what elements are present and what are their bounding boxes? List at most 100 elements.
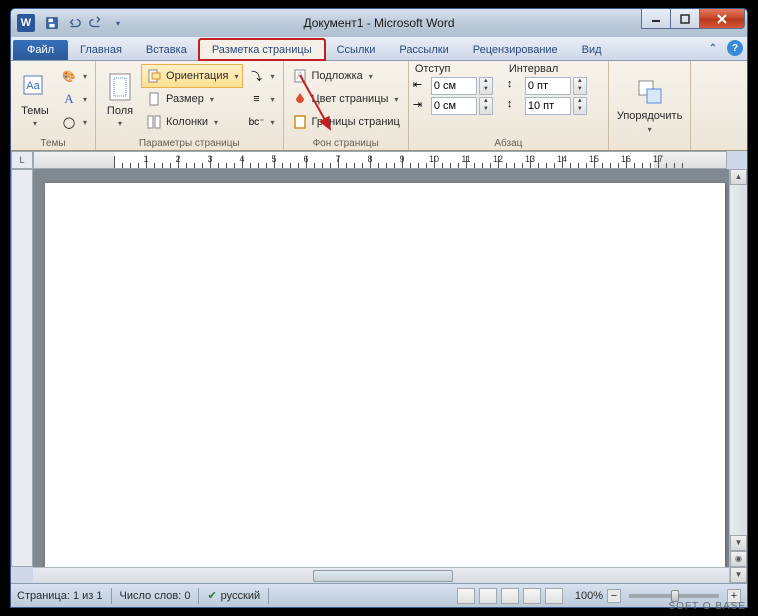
group-label-page-bg: Фон страницы [288,136,404,150]
qat-dropdown-icon[interactable]: ▾ [109,14,127,32]
word-app-icon[interactable]: W [17,14,35,32]
redo-icon[interactable] [87,14,105,32]
page-color-icon [292,91,308,107]
line-numbers-button[interactable]: ≡▾ [244,88,278,110]
view-web-layout-button[interactable] [501,588,519,604]
dropdown-icon: ▾ [648,125,652,134]
zoom-out-button[interactable]: − [607,589,621,603]
tab-references[interactable]: Ссылки [325,40,388,60]
status-bar: Страница: 1 из 1 Число слов: 0 ✔ русский… [11,583,747,607]
app-window: W ▾ Документ1 - Microsoft Word Файл Глав… [10,8,748,608]
window-title: Документ1 - Microsoft Word [303,16,454,30]
horizontal-scrollbar[interactable] [33,567,729,583]
columns-icon [146,114,162,130]
hscroll-thumb[interactable] [313,570,453,582]
hyphenation-button[interactable]: bc⁻▾ [244,111,278,133]
close-button[interactable] [699,9,745,29]
indent-right-spinner[interactable]: ⇥▲▼ [413,97,493,115]
page-borders-button[interactable]: Границы страниц [288,111,404,133]
vertical-ruler[interactable] [11,169,33,567]
tab-view[interactable]: Вид [570,40,614,60]
save-icon[interactable] [43,14,61,32]
indent-left-icon: ⇤ [413,78,429,94]
help-icons: ⌃ ? [705,40,743,56]
colors-icon: 🎨 [61,68,77,84]
page-color-label: Цвет страницы [312,93,389,105]
size-button[interactable]: Размер▾ [142,88,242,110]
status-word-count[interactable]: Число слов: 0 [120,590,191,602]
theme-fonts-button[interactable]: A▾ [57,88,91,110]
columns-button[interactable]: Колонки▾ [142,111,242,133]
maximize-button[interactable] [670,9,700,29]
spacing-after-spinner[interactable]: ↕▲▼ [507,97,587,115]
breaks-button[interactable]: ⤵▾ [244,65,278,87]
zoom-level[interactable]: 100% [575,590,603,602]
indent-right-icon: ⇥ [413,98,429,114]
view-print-layout-button[interactable] [457,588,475,604]
watermark-button[interactable]: AПодложка▾ [288,65,404,87]
svg-text:Aa: Aa [26,80,40,92]
arrange-icon [634,76,666,108]
page-borders-icon [292,114,308,130]
next-page-icon[interactable]: ▼ [730,567,747,583]
ribbon: Aa Темы ▾ 🎨▾ A▾ ◯▾ Темы Поля ▾ [11,61,747,151]
group-label-themes: Темы [15,136,91,150]
tab-file[interactable]: Файл [13,40,68,60]
theme-colors-button[interactable]: 🎨▾ [57,65,91,87]
group-page-background: AПодложка▾ Цвет страницы▾ Границы страни… [284,61,409,150]
spacing-before-input[interactable] [525,77,571,95]
theme-effects-button[interactable]: ◯▾ [57,111,91,133]
spacing-after-icon: ↕ [507,98,523,114]
fonts-icon: A [61,91,77,107]
spacing-before-spinner[interactable]: ↕▲▼ [507,77,587,95]
orientation-icon [146,68,162,84]
breaks-icon: ⤵ [248,68,264,84]
scroll-down-icon[interactable]: ▼ [730,535,747,551]
spacing-before-icon: ↕ [507,78,523,94]
zoom-thumb[interactable] [671,590,679,602]
ribbon-toggle-icon[interactable]: ⌃ [705,40,721,56]
indent-left-input[interactable] [431,77,477,95]
hyphenation-icon: bc⁻ [248,114,264,130]
status-page[interactable]: Страница: 1 из 1 [17,590,103,602]
page-color-button[interactable]: Цвет страницы▾ [288,88,404,110]
group-paragraph: Отступ ⇤▲▼ ⇥▲▼ Интервал ↕▲▼ ↕▲▼ Абзац [409,61,609,150]
view-full-screen-button[interactable] [479,588,497,604]
watermark-text: SOFT O BASE [669,601,747,612]
tab-page-layout[interactable]: Разметка страницы [199,39,325,60]
zoom-slider[interactable] [629,594,719,598]
scroll-up-icon[interactable]: ▲ [730,169,747,185]
group-label-arrange [613,147,686,150]
status-language[interactable]: русский [221,590,260,602]
spacing-label: Интервал [509,63,558,75]
minimize-button[interactable] [641,9,671,29]
horizontal-ruler[interactable]: 1234567891011121314151617 [33,151,727,169]
indent-left-spinner[interactable]: ⇤▲▼ [413,77,493,95]
titlebar: W ▾ Документ1 - Microsoft Word [11,9,747,37]
spacing-after-input[interactable] [525,97,571,115]
arrange-button[interactable]: Упорядочить ▾ [613,63,686,147]
margins-button[interactable]: Поля ▾ [100,63,140,136]
ruler-corner[interactable]: L [11,151,33,169]
tab-mailings[interactable]: Рассылки [387,40,460,60]
help-icon[interactable]: ? [727,40,743,56]
group-label-page-setup: Параметры страницы [100,136,278,150]
tab-home[interactable]: Главная [68,40,134,60]
document-page[interactable] [45,183,725,608]
indent-right-input[interactable] [431,97,477,115]
tab-insert[interactable]: Вставка [134,40,199,60]
orientation-button[interactable]: Ориентация▾ [142,65,242,87]
view-draft-button[interactable] [545,588,563,604]
size-label: Размер [166,93,204,105]
tab-review[interactable]: Рецензирование [461,40,570,60]
dropdown-icon: ▾ [118,119,122,128]
margins-label: Поля [107,105,133,117]
svg-text:A: A [296,70,304,82]
group-themes: Aa Темы ▾ 🎨▾ A▾ ◯▾ Темы [11,61,96,150]
themes-button[interactable]: Aa Темы ▾ [15,63,55,136]
undo-icon[interactable] [65,14,83,32]
prev-page-icon[interactable]: ◉ [730,551,747,567]
proofing-icon[interactable]: ✔ [207,589,216,602]
view-outline-button[interactable] [523,588,541,604]
vertical-scrollbar[interactable]: ▲ ▼ ◉ ▼ [729,169,747,583]
